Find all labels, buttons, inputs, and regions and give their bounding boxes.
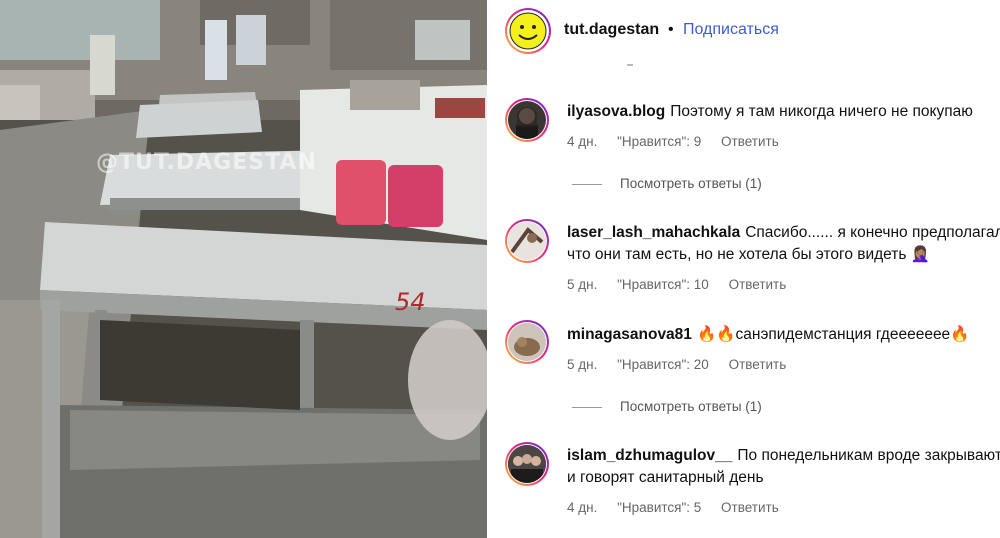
comment-likes[interactable]: "Нравится": 10 [617,277,709,292]
view-replies-label: Посмотреть ответы (1) [620,176,762,191]
watermark-text: @TUT.DAGESTAN [96,150,317,175]
follow-button[interactable]: Подписаться [683,21,779,39]
divider-line [572,183,602,185]
comment-time: 4 дн. [567,500,598,515]
comment-text: Поэтому я там никогда ничего не покупаю [670,103,973,120]
table-number-label: 54 [395,288,426,316]
comment-username[interactable]: laser_lash_mahachkala [567,224,740,241]
commenter-avatar[interactable] [505,98,549,142]
comment-time: 5 дн. [567,357,598,372]
reply-button[interactable]: Ответить [729,357,787,372]
comment-likes[interactable]: "Нравится": 5 [617,500,701,515]
comment-username[interactable]: minagasanova81 [567,326,692,343]
reply-button[interactable]: Ответить [729,277,787,292]
profile-avatar[interactable] [505,8,551,54]
post-media: 54 @TUT.DAGESTAN [0,0,487,538]
commenter-avatar[interactable] [505,320,549,364]
divider-line [572,406,602,408]
comments-panel: tut.dagestan • Подписаться ilyasova.blog… [487,0,1000,538]
commenter-avatar[interactable] [505,219,549,263]
view-replies-button[interactable]: Посмотреть ответы (1) [572,399,762,414]
comment-text: 🔥🔥санэпидемстанция гдеееееее🔥 [696,326,970,343]
view-replies-label: Посмотреть ответы (1) [620,399,762,414]
comment-username[interactable]: ilyasova.blog [567,103,665,120]
comment-text-line2: и говорят санитарный день [567,469,764,486]
view-replies-button[interactable]: Посмотреть ответы (1) [572,176,762,191]
comment-text: Спасибо...... я конечно предполагала, [745,224,1000,241]
comment-text-line2: что они там есть, но не хотела бы этого … [567,246,931,263]
scroll-hint [627,64,633,66]
reply-button[interactable]: Ответить [721,500,779,515]
comment-text: По понедельникам вроде закрывают [737,447,1000,464]
post-header: tut.dagestan • Подписаться [487,0,1000,62]
comment-time: 5 дн. [567,277,598,292]
comment-likes[interactable]: "Нравится": 20 [617,357,709,372]
comment-likes[interactable]: "Нравится": 9 [617,134,701,149]
comment-username[interactable]: islam_dzhumagulov__ [567,447,732,464]
comment-time: 4 дн. [567,134,598,149]
post-author-username[interactable]: tut.dagestan [564,21,659,39]
reply-button[interactable]: Ответить [721,134,779,149]
smiley-icon [509,12,547,50]
commenter-avatar[interactable] [505,442,549,486]
separator-dot: • [668,21,674,38]
market-photo: 54 [0,0,487,538]
